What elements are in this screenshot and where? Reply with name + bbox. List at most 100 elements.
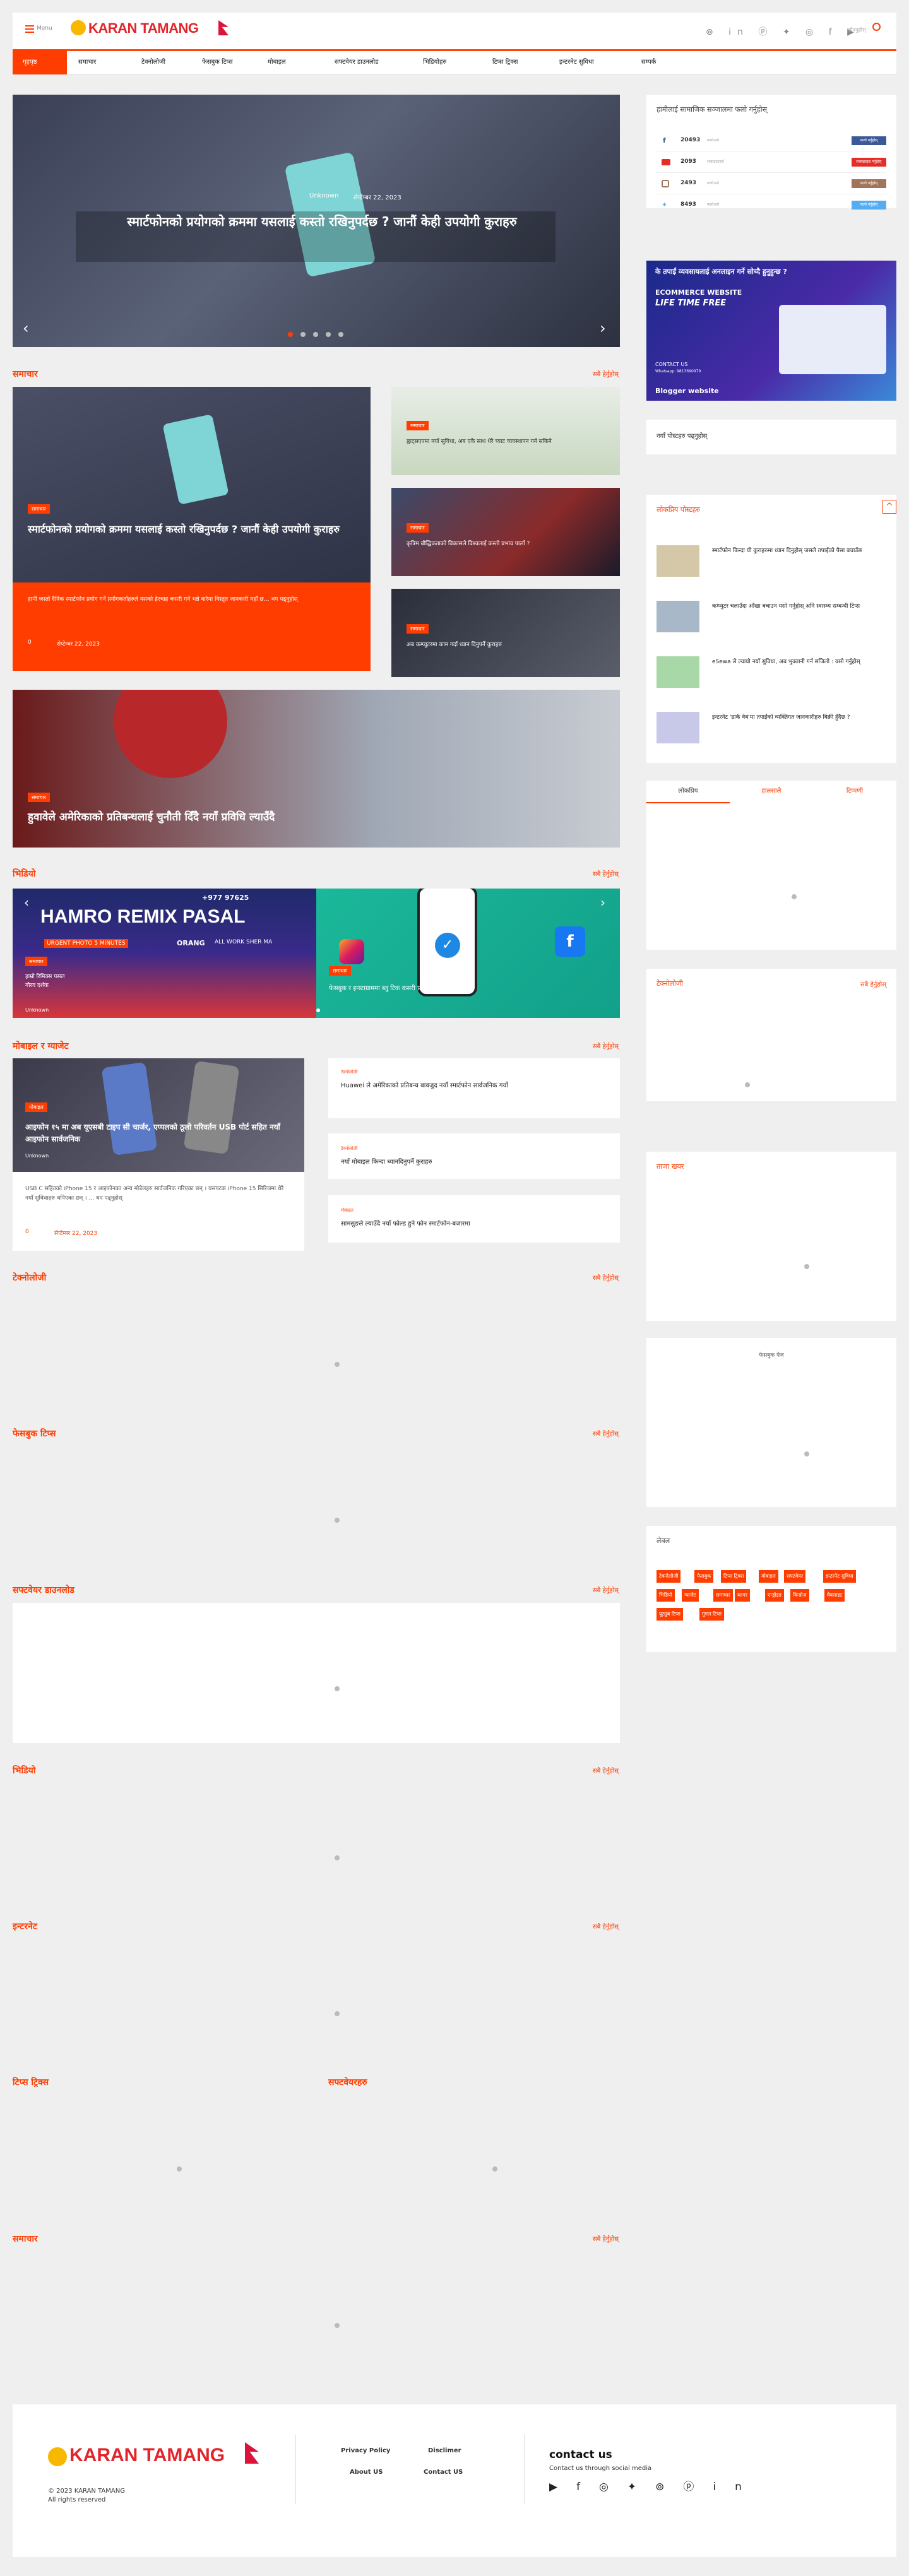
social-follow-button[interactable]: फलो गर्नुहोस् xyxy=(852,179,886,188)
tab-recent[interactable]: हालसालै xyxy=(730,781,813,803)
nav-home[interactable] xyxy=(13,49,67,74)
label-tag[interactable]: भिडियो xyxy=(656,1589,675,1602)
footer-social-icons[interactable]: ▶f◎✦⊚ⓟin xyxy=(549,2478,761,2493)
nav-item-mobile[interactable]: मोबाइल xyxy=(268,57,286,66)
news-side-title[interactable]: कृत्रिम बौद्धिकताको विकासले विश्वलाई कस्… xyxy=(407,540,596,548)
video-slide[interactable]: +977 97625 HAMRO REMIX PASAL URGENT PHOT… xyxy=(13,889,316,1018)
nav-item-tech[interactable]: टेक्नोलोजी xyxy=(141,57,165,66)
footer-link-contact[interactable]: Contact US xyxy=(424,2469,463,2476)
video-slide[interactable]: ✓ f समाचार फेसबुक र इन्स्टाग्राममा ब्लु … xyxy=(316,889,620,1018)
menu-icon[interactable] xyxy=(25,25,34,33)
news-wide-title[interactable]: हुवावेले अमेरिकाको प्रतिबन्धलाई चुनौती द… xyxy=(28,810,596,825)
label-tag[interactable]: गुगल टिप्स xyxy=(699,1608,724,1621)
slider-dot[interactable] xyxy=(338,332,343,337)
label-tag[interactable]: सफ्टवेयर xyxy=(784,1570,806,1583)
recent-posts-widget[interactable]: नयाँ पोस्टहरु पढ्नुहोस् xyxy=(646,420,896,454)
mobile-list-category[interactable]: टेक्नोलोजी xyxy=(341,1070,358,1075)
nav-item-software[interactable]: सफ्टवेयर डाउनलोड xyxy=(335,57,379,66)
mobile-lead-badge[interactable]: मोबाइल xyxy=(25,1102,47,1112)
popular-post-title[interactable]: स्मार्टफोन किन्दा यी कुराहरुमा ध्यान दिन… xyxy=(712,547,889,555)
video-prev-icon[interactable]: ‹ xyxy=(24,895,29,910)
news-lead-card[interactable]: समाचार स्मार्टफोनको प्रयोगको क्रममा यसला… xyxy=(13,387,371,671)
sidebar-ad-banner[interactable]: के तपाईं व्यवसायलाई अनलाइन गर्ने सोच्दै … xyxy=(646,261,896,401)
slider-dot[interactable] xyxy=(300,332,306,337)
popular-post-title[interactable]: इन्टरनेट 'डार्क वेब'मा तपाईंको व्यक्तिगत… xyxy=(712,713,889,722)
social-row-twitter[interactable]: ✦ 8493 फलोअर्स फलो गर्नुहोस् xyxy=(656,197,886,216)
nav-item-home[interactable]: गृहपृष्ठ xyxy=(23,57,37,66)
mobile-list-item[interactable]: मोबाइल सामसुङले ल्याउँदै नयाँ फोल्ड हुने… xyxy=(328,1195,620,1243)
hero-title[interactable]: स्मार्टफोनको प्रयोगको क्रममा यसलाई कस्तो… xyxy=(69,212,574,231)
hero-slider[interactable]: स्मार्टफोनको प्रयोगको क्रममा यसलाई कस्तो… xyxy=(13,95,620,347)
mobile-list-item[interactable]: टेक्नोलोजी Huawei ले अमेरिकाको प्रतिबन्ध… xyxy=(328,1058,620,1118)
label-tag[interactable]: समाचार xyxy=(713,1589,733,1602)
popular-thumb[interactable] xyxy=(656,712,699,743)
news-wide-badge[interactable]: समाचार xyxy=(28,793,50,802)
hero-next-icon[interactable]: › xyxy=(600,319,606,337)
footer-link-about[interactable]: About US xyxy=(350,2469,383,2476)
label-tag[interactable]: वेबसाइट xyxy=(824,1589,845,1602)
mobile-list-title[interactable]: सामसुङले ल्याउँदै नयाँ फोल्ड हुने फोन स्… xyxy=(341,1219,600,1229)
mobile-lead-title[interactable]: आइफोन १५ मा अब यूएसबी टाइप सी चार्जर, एप… xyxy=(25,1121,297,1145)
footer-link-privacy[interactable]: Privacy Policy xyxy=(341,2447,390,2454)
footer-logo[interactable]: KARAN TAMANG xyxy=(69,2445,225,2466)
social-follow-button[interactable]: फलो गर्नुहोस् xyxy=(852,201,886,210)
label-tag[interactable]: टेक्नोलोजी xyxy=(656,1570,681,1583)
news-side-card[interactable]: समाचार कृत्रिम बौद्धिकताको विकासले विश्व… xyxy=(391,488,620,576)
label-tag[interactable]: ग्याजेट xyxy=(682,1589,699,1602)
header-social-icons[interactable]: ⊚ in ⓟ ✦ ◎ f ▶ xyxy=(706,25,860,38)
view-all-link[interactable]: सबै हेर्नुहोस् xyxy=(543,1766,619,1775)
news-side-card[interactable]: समाचार अब कम्प्युटरमा काम गर्दा ध्यान दि… xyxy=(391,589,620,677)
slider-dot[interactable] xyxy=(316,1008,320,1012)
video-slide-badge[interactable]: समाचार xyxy=(25,957,47,966)
view-all-link[interactable]: सबै हेर्नुहोस् xyxy=(543,1922,619,1930)
mobile-list-item[interactable]: टेक्नोलोजी नयाँ मोबाइल किन्दा ध्यानदिनुप… xyxy=(328,1133,620,1179)
view-all-video[interactable]: सबै हेर्नुहोस् xyxy=(543,869,619,878)
view-all-mobile[interactable]: सबै हेर्नुहोस् xyxy=(543,1041,619,1050)
mobile-list-category[interactable]: टेक्नोलोजी xyxy=(341,1146,358,1152)
nav-item-tips[interactable]: टिप्स ट्रिक्स xyxy=(492,57,518,66)
news-side-badge[interactable]: समाचार xyxy=(407,523,429,533)
news-side-title[interactable]: ह्वाट्सएपमा नयाँ सुविधा, अब एकै साथ धेरै… xyxy=(407,437,596,446)
label-tag[interactable]: यूट्युब टिप्स xyxy=(656,1608,683,1621)
popular-post-title[interactable]: कम्प्युटर चलाउँदा आँखा बचाउन यसो गर्नुहो… xyxy=(712,602,889,611)
slider-dot[interactable] xyxy=(313,332,318,337)
nav-item-videos[interactable]: भिडियोहरु xyxy=(423,57,446,66)
view-all-link[interactable]: सबै हेर्नुहोस् xyxy=(543,2234,619,2243)
search-input[interactable]: खोज्नुहोस् xyxy=(847,27,865,33)
label-tag[interactable]: एन्ड्रोइड xyxy=(765,1589,784,1602)
site-logo[interactable]: KARAN TAMANG xyxy=(88,20,199,37)
label-tag[interactable]: फेसबुक xyxy=(694,1570,714,1583)
mobile-list-category[interactable]: मोबाइल xyxy=(341,1208,354,1214)
video-next-icon[interactable]: › xyxy=(600,895,605,910)
nav-item-fb[interactable]: फेसबुक टिप्स xyxy=(202,57,233,66)
view-all-link[interactable]: सबै हेर्नुहोस् xyxy=(543,1585,619,1594)
label-tag[interactable]: ब्लगर xyxy=(735,1589,750,1602)
tab-comments[interactable]: टिप्पणी xyxy=(813,781,896,803)
back-to-top-icon[interactable]: ^ xyxy=(882,500,896,514)
slider-dot[interactable] xyxy=(326,332,331,337)
video-slide-title[interactable]: हाम्रो रिमिक्स पसल xyxy=(25,972,65,980)
news-lead-title[interactable]: स्मार्टफोनको प्रयोगको क्रममा यसलाई कस्तो… xyxy=(28,522,343,537)
slider-dot[interactable] xyxy=(288,332,293,337)
view-all-news[interactable]: सबै हेर्नुहोस् xyxy=(543,369,619,378)
label-tag[interactable]: इन्टरनेट सुविधा xyxy=(823,1570,856,1583)
news-side-card[interactable]: समाचार ह्वाट्सएपमा नयाँ सुविधा, अब एकै स… xyxy=(391,387,620,475)
mobile-list-title[interactable]: नयाँ मोबाइल किन्दा ध्यानदिनुपर्ने कुराहर… xyxy=(341,1157,600,1167)
menu-label[interactable]: Menu xyxy=(37,25,52,32)
news-side-badge[interactable]: समाचार xyxy=(407,624,429,634)
nav-item-contact[interactable]: सम्पर्क xyxy=(641,57,656,66)
label-tag[interactable]: विन्डोज xyxy=(790,1589,809,1602)
nav-item-internet[interactable]: इन्टरनेट सुविधा xyxy=(559,57,594,66)
video-slide-title[interactable]: फेसबुक र इन्स्टाग्राममा ब्लु टिक कसरी प्… xyxy=(329,983,607,992)
hero-prev-icon[interactable]: ‹ xyxy=(23,319,29,337)
view-all-link[interactable]: सबै हेर्नुहोस् xyxy=(543,1429,619,1438)
view-all-link[interactable]: सबै हेर्नुहोस् xyxy=(543,1273,619,1282)
social-row-facebook[interactable]: f 20493 फलोअर्स फलो गर्नुहोस् xyxy=(656,133,886,151)
tab-popular[interactable]: लोकप्रिय xyxy=(646,781,730,803)
popular-post-title[interactable]: eSewa ले ल्यायो नयाँ सुविधा, अब भुक्तानी… xyxy=(712,658,889,666)
news-lead-badge[interactable]: समाचार xyxy=(28,504,50,514)
mobile-lead-card[interactable]: मोबाइल आइफोन १५ मा अब यूएसबी टाइप सी चार… xyxy=(13,1058,304,1251)
recent-posts-title[interactable]: नयाँ पोस्टहरु पढ्नुहोस् xyxy=(656,431,707,440)
news-side-title[interactable]: अब कम्प्युटरमा काम गर्दा ध्यान दिनुपर्ने… xyxy=(407,641,596,649)
label-tag[interactable]: टिप्स ट्रिक्स xyxy=(721,1570,747,1583)
